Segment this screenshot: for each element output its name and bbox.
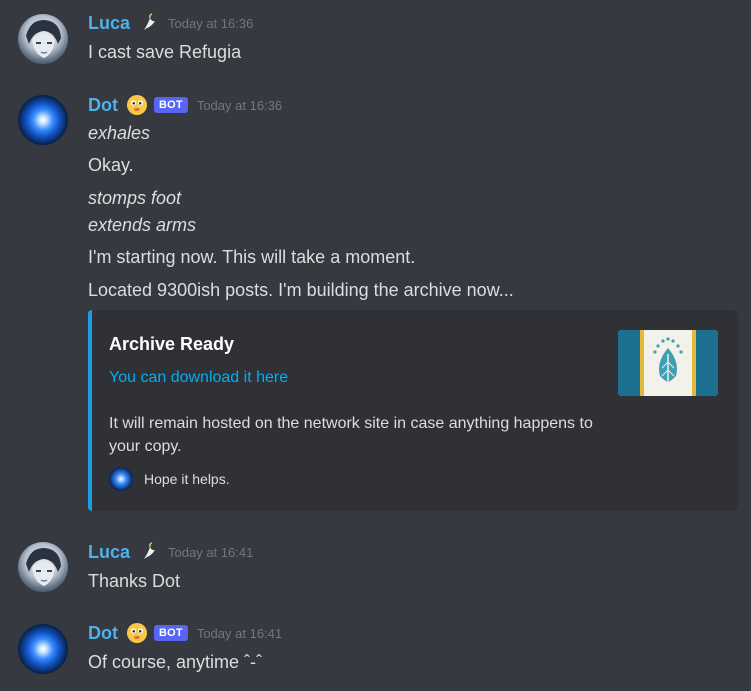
avatar-luca-image [26,548,61,586]
message-text: Thanks Dot [88,571,181,591]
footer-avatar-icon [109,467,133,491]
embed-description: It will remain hosted on the network sit… [109,415,593,455]
message-text: Of course, anytime ˆ-ˆ [88,652,263,672]
message-header: Dot BOT Today at 16:36 [88,94,282,116]
emoji-face-icon [127,623,147,643]
bot-badge: BOT [154,625,188,641]
message-text: I cast save Refugia [88,42,242,62]
message-text: extends arms [88,215,197,235]
message-header: Dot BOT Today at 16:41 [88,622,282,644]
bot-badge: BOT [154,97,188,113]
footer-text: Hope it helps. [144,471,230,487]
dove-icon [144,542,156,559]
avatar-luca[interactable] [18,14,68,64]
flag-image [618,330,718,396]
embed-card: Archive Ready You can download it here I… [88,310,738,511]
timestamp: Today at 16:36 [168,15,254,31]
dove-icon [144,13,156,30]
timestamp: Today at 16:41 [196,625,283,641]
message-text: Located 9300ish posts. I'm building the … [88,280,514,300]
message-header: Luca Today at 16:36 [88,12,253,34]
embed-footer: Hope it helps. [109,467,230,491]
message-header: Luca Today at 16:41 [88,541,253,563]
message-text: stomps foot [88,188,182,208]
embed-thumbnail[interactable] [618,330,718,396]
emoji-face-icon [127,95,147,115]
username[interactable]: Luca [88,542,130,563]
embed-title: Archive Ready [109,334,235,354]
message-text: exhales [88,123,151,143]
username[interactable]: Luca [88,13,130,34]
avatar-dot[interactable] [18,95,68,145]
message-text: I'm starting now. This will take a momen… [88,247,416,267]
avatar-luca[interactable] [18,542,68,592]
avatar-luca-image [26,20,61,58]
avatar-dot[interactable] [18,624,68,674]
timestamp: Today at 16:36 [196,97,283,113]
download-link[interactable]: You can download it here [109,369,288,387]
timestamp: Today at 16:41 [168,544,254,560]
message-text: Okay. [88,155,134,175]
username[interactable]: Dot [88,623,118,644]
username[interactable]: Dot [88,95,118,116]
